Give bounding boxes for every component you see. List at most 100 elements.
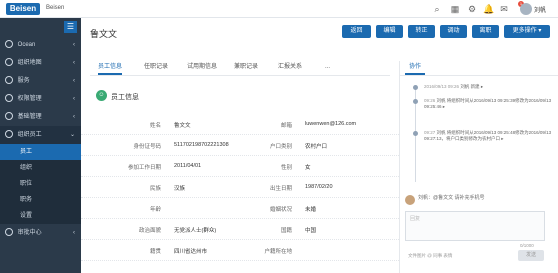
field-row: 年龄 婚姻状况 未婚 xyxy=(81,205,401,219)
sidebar-item-label: 组织员工 xyxy=(17,132,42,138)
char-count: 0/1000 xyxy=(520,243,534,248)
timeline-text: 刘帆 将组织时间从2016/09/13 09:25:39修改为2016/09/1… xyxy=(424,98,552,109)
field-label: 户籍所在地 xyxy=(264,249,292,255)
field-label: 性别 xyxy=(280,165,292,171)
user-name[interactable]: 刘帆 xyxy=(534,5,546,14)
reply-placeholder: 回复 xyxy=(410,216,421,222)
field-label: 政治面貌 xyxy=(138,228,161,234)
sidebar-item-permissions[interactable]: 权限管理 ‹ xyxy=(0,90,81,108)
field-label: 参加工作日期 xyxy=(127,165,161,171)
chevron-left-icon: ‹ xyxy=(73,42,75,48)
page-title: 鲁文文 xyxy=(90,29,118,39)
send-button[interactable]: 发送 xyxy=(518,250,544,261)
sidebar-item-org-employees[interactable]: 组织员工 ⌄ xyxy=(0,126,81,144)
more-actions-button[interactable]: 更多操作 ▾ xyxy=(504,25,550,38)
settings-icon[interactable]: ⚙ xyxy=(467,4,477,14)
field-label: 国籍 xyxy=(280,228,292,234)
back-button[interactable]: 返回 xyxy=(342,25,371,38)
field-label: 民族 xyxy=(149,186,161,192)
chevron-left-icon: ‹ xyxy=(73,78,75,84)
sidebar-item-approval-center[interactable]: 审批中心 ‹ xyxy=(0,224,81,242)
sidebar-item-label: Ocean xyxy=(17,42,36,48)
field-value: luwenwen@126.com xyxy=(305,121,357,127)
field-value: 中国 xyxy=(305,228,317,234)
approval-icon xyxy=(5,228,13,237)
timeline-dot xyxy=(413,131,418,136)
tab-appointment-records[interactable]: 任职记录 xyxy=(144,61,168,75)
timeline-entry: 09:26 刘帆 将组织时间从2016/09/13 09:25:39修改为201… xyxy=(424,98,554,110)
field-value: 汉族 xyxy=(174,186,186,192)
section-header: ☺ 员工信息 xyxy=(96,90,196,104)
sidebar-item-label: 组织地图 xyxy=(17,60,42,66)
chevron-left-icon: ‹ xyxy=(73,96,75,102)
basic-management-icon xyxy=(5,112,13,121)
panel-title[interactable]: 协作 xyxy=(405,61,426,75)
sidebar-subitem-organization[interactable]: 组织 xyxy=(0,160,81,176)
collaboration-panel: 协作 2016/09/13 09:26 刘帆 新建 ▸ 09:26 刘帆 将组织… xyxy=(399,61,558,273)
more-actions-label: 更多操作 xyxy=(512,28,537,34)
sidebar-subitem-employee[interactable]: 员工 xyxy=(0,144,81,160)
reply-input[interactable]: 回复 xyxy=(405,211,545,241)
employees-icon xyxy=(5,130,13,139)
tab-reporting-relation[interactable]: 汇报关系 xyxy=(278,61,302,75)
search-icon[interactable]: ⌕ xyxy=(432,4,442,14)
field-label: 出生日期 xyxy=(269,186,292,192)
tab-part-time-records[interactable]: 兼职记录 xyxy=(234,61,258,75)
org-map-icon xyxy=(5,58,13,67)
field-value: 未婚 xyxy=(305,207,317,213)
timeline-text: 刘帆 新建 ▸ xyxy=(460,84,484,89)
timeline-time: 2016/09/13 09:26 xyxy=(424,84,460,89)
chevron-down-icon: ⌄ xyxy=(69,132,75,138)
sidebar-item-label: 基础管理 xyxy=(17,114,42,120)
logo-subtitle: Beisen xyxy=(46,5,65,11)
regularize-button[interactable]: 转正 xyxy=(408,25,435,38)
transfer-button[interactable]: 调动 xyxy=(440,25,467,38)
grid-icon[interactable]: ▦ xyxy=(450,4,460,14)
chevron-left-icon: ‹ xyxy=(73,60,75,66)
sidebar: ☰ Ocean ‹ 组织地图 ‹ 服务 ‹ 权限管理 ‹ 基础管理 ‹ 组织员工… xyxy=(0,18,81,273)
field-label: 籍贯 xyxy=(149,249,161,255)
field-value: 农村户口 xyxy=(305,144,328,150)
edit-button[interactable]: 编辑 xyxy=(376,25,403,38)
field-value: 511702198702221308 xyxy=(174,142,229,148)
timeline-time: 09:26 xyxy=(424,98,436,103)
tab-probation-info[interactable]: 试用期信息 xyxy=(187,61,217,75)
sidebar-item-basic-management[interactable]: 基础管理 ‹ xyxy=(0,108,81,126)
chevron-left-icon: ‹ xyxy=(73,114,75,120)
field-row: 参加工作日期 2011/04/01 性别 女 xyxy=(81,163,401,177)
app-logo[interactable]: Beisen xyxy=(6,3,40,15)
field-row: 身份证号码 511702198702221308 户口类别 农村户口 xyxy=(81,142,401,156)
timeline-entry: 09:27 刘帆 将组织时间从2016/09/13 09:25:48修改为201… xyxy=(424,130,554,142)
tab-employee-info[interactable]: 员工信息 xyxy=(98,61,123,75)
timeline-time: 09:27 xyxy=(424,130,436,135)
sidebar-item-label: 审批中心 xyxy=(17,230,42,236)
notification-icon[interactable]: 🔔 xyxy=(483,4,494,14)
tabs-divider xyxy=(90,75,390,76)
permissions-icon xyxy=(5,94,13,103)
sidebar-subitem-job[interactable]: 职务 xyxy=(0,192,81,208)
field-label: 户口类别 xyxy=(269,144,292,150)
field-value: 2011/04/01 xyxy=(174,163,202,169)
field-row: 籍贯 四川省达州市 户籍所在地 xyxy=(81,247,401,261)
field-label: 邮箱 xyxy=(280,123,292,129)
user-avatar[interactable] xyxy=(520,3,532,15)
mail-icon[interactable]: ✉ xyxy=(499,4,509,14)
section-title: 员工信息 xyxy=(111,94,139,101)
sidebar-subitem-settings[interactable]: 设置 xyxy=(0,208,81,224)
field-label: 年龄 xyxy=(149,207,161,213)
composer-mention: 刘帆：@鲁文文 请补充手机号 xyxy=(418,195,485,201)
sidebar-item-ocean[interactable]: Ocean ‹ xyxy=(0,36,81,54)
field-value: 无党派人士(群众) xyxy=(174,228,217,234)
composer-tools[interactable]: 文件图片 @ 同事 表情 xyxy=(408,253,452,259)
field-row: 政治面貌 无党派人士(群众) 国籍 中国 xyxy=(81,226,401,240)
chevron-left-icon: ‹ xyxy=(73,230,75,236)
sidebar-subitem-position[interactable]: 职位 xyxy=(0,176,81,192)
field-row: 姓名 鲁文文 邮箱 luwenwen@126.com xyxy=(81,121,401,135)
sidebar-item-services[interactable]: 服务 ‹ xyxy=(0,72,81,90)
tab-more[interactable]: ... xyxy=(325,61,330,75)
resign-button[interactable]: 离职 xyxy=(472,25,499,38)
field-value: 1987/02/20 xyxy=(305,184,333,190)
menu-toggle-icon[interactable]: ☰ xyxy=(64,21,77,33)
composer-avatar xyxy=(405,195,415,205)
sidebar-item-org-map[interactable]: 组织地图 ‹ xyxy=(0,54,81,72)
